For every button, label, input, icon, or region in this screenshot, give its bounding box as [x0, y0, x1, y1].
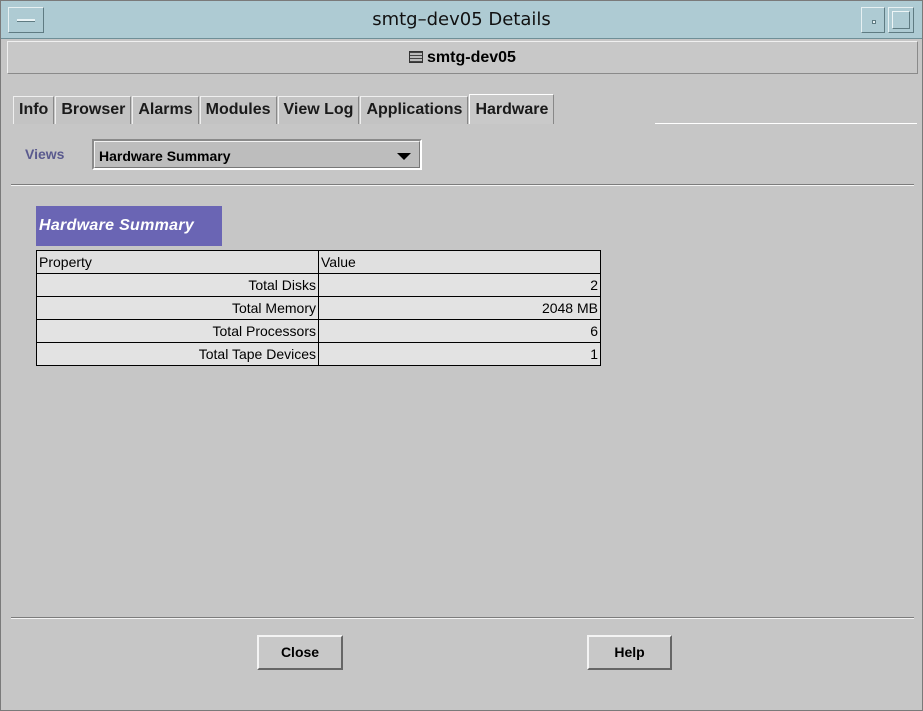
hardware-summary-title: Hardware Summary — [36, 206, 222, 246]
value-cell: 2 — [318, 273, 601, 297]
title-bar[interactable]: smtg–dev05 Details — [1, 1, 922, 39]
table-row[interactable]: Total Disks 2 — [36, 273, 601, 297]
table-row[interactable]: Total Tape Devices 1 — [36, 342, 601, 366]
host-header: smtg-dev05 — [7, 41, 918, 74]
minimize-icon — [872, 20, 876, 24]
close-button[interactable]: Close — [257, 635, 343, 670]
property-cell: Total Tape Devices — [36, 342, 319, 366]
maximize-icon — [892, 11, 910, 29]
tab-bar: Info Browser Alarms Modules View Log App… — [13, 94, 555, 124]
button-separator — [11, 617, 914, 619]
column-header-property[interactable]: Property — [36, 250, 319, 274]
window-title: smtg–dev05 Details — [372, 9, 551, 30]
host-icon — [409, 51, 424, 63]
hardware-summary-table: Property Value Total Disks 2 Total Memor… — [36, 250, 601, 366]
table-header-row: Property Value — [36, 250, 601, 274]
tab-alarms[interactable]: Alarms — [132, 96, 199, 124]
dropdown-arrow-icon[interactable] — [397, 153, 411, 160]
value-cell: 1 — [318, 342, 601, 366]
tab-divider — [655, 123, 917, 124]
property-cell: Total Memory — [36, 296, 319, 320]
column-header-value[interactable]: Value — [318, 250, 601, 274]
views-label: Views — [25, 146, 65, 162]
minimize-button[interactable] — [861, 7, 885, 33]
views-dropdown[interactable]: Hardware Summary — [92, 139, 422, 170]
tab-view-log[interactable]: View Log — [277, 96, 360, 124]
host-label: smtg-dev05 — [427, 49, 516, 66]
value-cell: 2048 MB — [318, 296, 601, 320]
tab-browser[interactable]: Browser — [55, 96, 132, 124]
tab-hardware[interactable]: Hardware — [469, 94, 555, 124]
table-row[interactable]: Total Processors 6 — [36, 319, 601, 343]
property-cell: Total Disks — [36, 273, 319, 297]
views-selected-value: Hardware Summary — [99, 148, 231, 164]
tab-modules[interactable]: Modules — [199, 96, 277, 124]
tab-applications[interactable]: Applications — [360, 96, 469, 124]
views-separator — [11, 184, 914, 186]
help-button[interactable]: Help — [587, 635, 672, 670]
table-row[interactable]: Total Memory 2048 MB — [36, 296, 601, 320]
maximize-button[interactable] — [888, 7, 914, 33]
value-cell: 6 — [318, 319, 601, 343]
tab-info[interactable]: Info — [13, 96, 55, 124]
property-cell: Total Processors — [36, 319, 319, 343]
details-window: smtg–dev05 Details smtg-dev05 Info Brows… — [0, 0, 923, 711]
